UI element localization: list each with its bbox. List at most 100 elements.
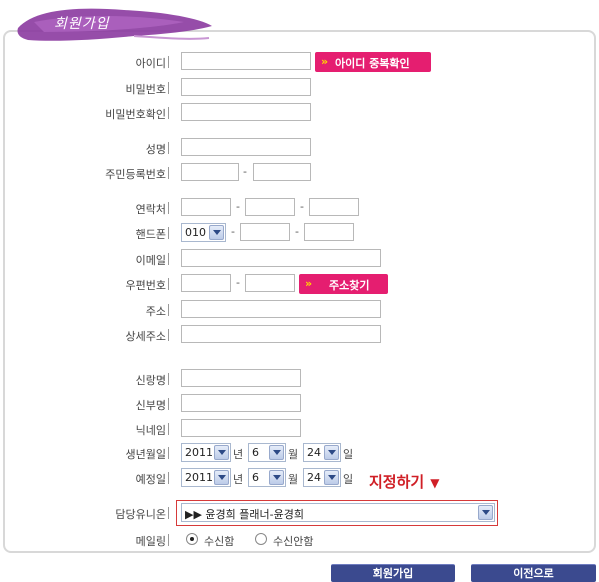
mobile-prefix-select[interactable]: 010 (181, 223, 226, 242)
wedding-month-select[interactable]: 6 (248, 468, 286, 487)
password-row: 비밀번호 (0, 78, 599, 98)
id-row: 아이디 » 아이디 중복확인 (0, 52, 599, 72)
label-divider (168, 329, 169, 341)
phone-label: 연락처 (135, 203, 166, 216)
groom-input[interactable] (181, 369, 301, 387)
label-divider (168, 373, 169, 385)
resident-number-first-input[interactable] (181, 163, 239, 181)
mailing-decline-radio[interactable] (255, 533, 267, 545)
dash: - (300, 200, 304, 213)
phone-second-input[interactable] (245, 198, 295, 216)
postal-code-second-input[interactable] (245, 274, 295, 292)
name-label: 성명 (145, 143, 166, 156)
address-search-button[interactable]: » 주소찾기 (299, 274, 388, 294)
postal-code-first-input[interactable] (181, 274, 231, 292)
bride-row: 신부명 (0, 394, 599, 414)
bride-input[interactable] (181, 394, 301, 412)
mailing-decline-label: 수신안함 (273, 535, 314, 548)
chevron-down-icon (324, 470, 339, 485)
union-label: 담당유니온 (115, 508, 166, 521)
id-input[interactable] (181, 52, 311, 70)
label-divider (168, 447, 169, 459)
wedding-year-select[interactable]: 2011 (181, 468, 231, 487)
month-unit: 월 (288, 448, 299, 461)
day-unit: 일 (343, 473, 354, 486)
brush-stroke-logo (17, 8, 213, 41)
mailing-row: 메일링 수신함 수신안함 (0, 530, 599, 550)
address-detail-row: 상세주소 (0, 325, 599, 345)
password-confirm-input[interactable] (181, 103, 311, 121)
phone-third-input[interactable] (309, 198, 359, 216)
dash: - (243, 165, 247, 178)
nickname-input[interactable] (181, 419, 301, 437)
resident-number-second-input[interactable] (253, 163, 311, 181)
address-input[interactable] (181, 300, 381, 318)
mailing-accept-label: 수신함 (204, 535, 235, 548)
name-row: 성명 (0, 138, 599, 158)
id-check-button[interactable]: » 아이디 중복확인 (315, 52, 431, 72)
mailing-accept-radio[interactable] (186, 533, 198, 545)
year-unit: 년 (233, 448, 244, 461)
postal-code-label: 우편번호 (125, 279, 166, 292)
join-button[interactable]: 회원가입 (331, 564, 455, 582)
address-detail-label: 상세주소 (125, 330, 166, 343)
dash: - (236, 200, 240, 213)
password-confirm-label: 비밀번호확인 (105, 108, 166, 121)
password-label: 비밀번호 (125, 83, 166, 96)
label-divider (168, 56, 169, 68)
label-divider (168, 304, 169, 316)
birth-year-select[interactable]: 2011 (181, 443, 231, 462)
nickname-row: 닉네임 (0, 419, 599, 439)
name-input[interactable] (181, 138, 311, 156)
triangle-down-icon: ▼ (430, 476, 440, 490)
dash: - (295, 225, 299, 238)
label-divider (168, 253, 169, 265)
groom-label: 신랑명 (135, 374, 166, 387)
birth-month-select[interactable]: 6 (248, 443, 286, 462)
id-label: 아이디 (135, 57, 166, 70)
mobile-second-input[interactable] (240, 223, 290, 241)
label-divider (168, 107, 169, 119)
chevron-down-icon (214, 470, 229, 485)
wedding-date-row: 예정일 2011 년 6 월 24 일 (0, 468, 599, 488)
groom-row: 신랑명 (0, 369, 599, 389)
birth-day-select[interactable]: 24 (303, 443, 341, 462)
mobile-row: 핸드폰 010 - - (0, 223, 599, 243)
chevron-down-icon (209, 225, 224, 240)
label-divider (168, 507, 169, 519)
address-detail-input[interactable] (181, 325, 381, 343)
label-divider (168, 227, 169, 239)
union-select[interactable]: ▶▶ 윤경희 플래너-윤경희 (181, 503, 495, 522)
chevron-down-icon (324, 445, 339, 460)
union-row: 담당유니온 ▶▶ 윤경희 플래너-윤경희 (0, 503, 599, 523)
label-divider (168, 142, 169, 154)
page-title: 회원가입 (54, 16, 110, 32)
nickname-label: 닉네임 (135, 424, 166, 437)
birth-label: 생년월일 (125, 448, 166, 461)
email-input[interactable] (181, 249, 381, 267)
back-button[interactable]: 이전으로 (471, 564, 596, 582)
email-row: 이메일 (0, 249, 599, 269)
dash: - (231, 225, 235, 238)
page-header: 회원가입 (14, 2, 214, 46)
chevron-down-icon (269, 470, 284, 485)
label-divider (168, 423, 169, 435)
label-divider (168, 534, 169, 546)
bride-label: 신부명 (135, 399, 166, 412)
mobile-label: 핸드폰 (135, 228, 166, 241)
wedding-day-select[interactable]: 24 (303, 468, 341, 487)
chevron-down-icon (214, 445, 229, 460)
phone-first-input[interactable] (181, 198, 231, 216)
password-input[interactable] (181, 78, 311, 96)
password-confirm-row: 비밀번호확인 (0, 103, 599, 123)
birth-row: 생년월일 2011 년 6 월 24 일 (0, 443, 599, 463)
chevron-down-icon (478, 505, 493, 520)
mobile-third-input[interactable] (304, 223, 354, 241)
resident-number-row: 주민등록번호 - (0, 163, 599, 183)
resident-number-label: 주민등록번호 (105, 168, 166, 181)
wedding-date-label: 예정일 (135, 473, 166, 486)
dash: - (236, 276, 240, 289)
label-divider (168, 398, 169, 410)
label-divider (168, 278, 169, 290)
double-chevron-icon: » (321, 55, 329, 68)
